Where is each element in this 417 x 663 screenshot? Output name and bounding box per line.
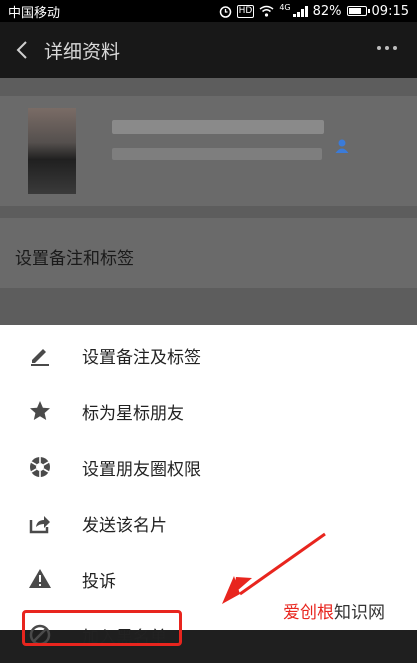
dimmed-page-content: 设置备注和标签 [0,78,417,328]
share-icon [27,510,53,536]
avatar [28,108,76,194]
warning-icon [27,566,53,592]
battery-percent: 82% [312,3,342,19]
watermark-accent: 爱创根 [283,603,334,623]
alarm-icon [219,5,231,18]
contact-person-icon [335,139,349,153]
annotation-arrow-icon [222,532,326,604]
page-title: 详细资料 [44,40,121,63]
battery-icon [346,6,370,16]
blurred-name [112,120,324,134]
aperture-icon [27,454,53,480]
menu-item-label: 设置朋友圈权限 [82,459,201,480]
carrier-label: 中国移动 [8,5,61,21]
watermark: 爱创根知识网 [283,598,385,623]
title-bar: 详细资料 [0,22,417,78]
menu-item-moments-permission[interactable]: 设置朋友圈权限 [0,439,417,495]
remark-row-label: 设置备注和标签 [15,249,134,269]
network-label: 4G [279,2,291,12]
signal-icon [292,5,308,17]
action-sheet: 设置备注及标签 标为星标朋友 设置朋友圈权限 发送该名片 投诉 加入黑名单 [0,325,417,648]
status-bar: 中国移动 HD 4G 82% 09:15 [0,0,417,22]
menu-item-label: 标为星标朋友 [82,403,184,424]
status-icons: HD 4G 82% 09:15 [219,2,409,19]
pencil-icon [27,342,53,368]
hd-badge: HD [236,4,255,18]
battery-fill [348,8,361,14]
menu-item-label: 设置备注及标签 [82,347,201,368]
back-icon[interactable] [0,22,44,78]
watermark-rest: 知识网 [334,603,385,623]
menu-item-label: 发送该名片 [82,515,167,536]
highlight-annotation-box [22,610,182,646]
menu-item-set-remark[interactable]: 设置备注及标签 [0,327,417,383]
more-options-icon[interactable] [377,46,397,50]
remark-row[interactable]: 设置备注和标签 [0,218,417,288]
wifi-icon [259,5,274,17]
menu-item-star-friend[interactable]: 标为星标朋友 [0,383,417,439]
menu-item-label: 投诉 [82,571,116,592]
profile-card [0,96,417,206]
clock: 09:15 [371,3,409,19]
blurred-id [112,148,322,160]
star-icon [27,398,53,424]
menu-item-send-card[interactable]: 发送该名片 [0,495,417,551]
